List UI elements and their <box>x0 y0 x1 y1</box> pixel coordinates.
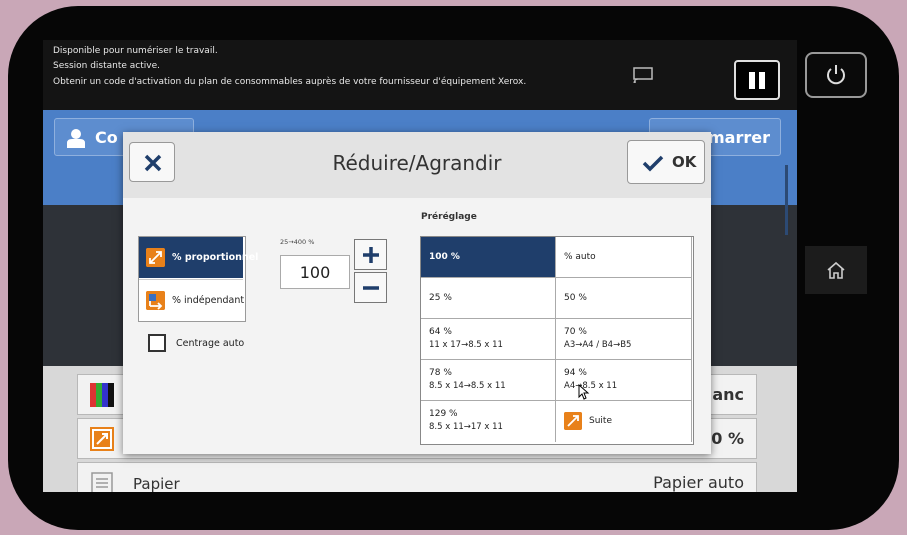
preset-label: 25 % <box>429 293 452 303</box>
scroll-indicator <box>785 165 788 235</box>
home-icon <box>827 261 845 279</box>
decrease-button[interactable] <box>354 272 387 303</box>
preset-25[interactable]: 25 % <box>421 278 556 319</box>
connexion-label: Co <box>95 128 118 147</box>
preset-129[interactable]: 129 % 8.5 x 11→17 x 11 <box>421 401 556 442</box>
preset-78[interactable]: 78 % 8.5 x 14→8.5 x 11 <box>421 360 556 401</box>
preset-label: 100 % <box>429 252 460 262</box>
scale-mode-group: % proportionnel % indépendant <box>138 236 258 322</box>
independent-label: % indépendant <box>172 295 245 306</box>
preset-label: 94 % <box>564 368 587 378</box>
color-mode-icon <box>90 383 114 407</box>
device-sidebar <box>805 40 867 492</box>
preset-title: Préréglage <box>421 212 477 222</box>
independent-resize-icon <box>146 291 165 310</box>
preset-70[interactable]: 70 % A3→A4 / B4→B5 <box>556 319 692 360</box>
preset-sublabel: A4→8.5 x 11 <box>564 381 618 391</box>
preset-64[interactable]: 64 % 11 x 17→8.5 x 11 <box>421 319 556 360</box>
list-item-value: 0 % <box>711 429 744 448</box>
status-message-3: Obtenir un code d'activation du plan de … <box>53 77 527 87</box>
preset-label: Suite <box>589 416 612 426</box>
power-icon <box>827 65 845 85</box>
preset-auto[interactable]: % auto <box>556 237 692 278</box>
preset-grid: 100 % % auto 25 % 50 % 64 % 11 x 17→8.5 x… <box>420 236 694 445</box>
start-label: marrer <box>708 128 770 147</box>
ok-label: OK <box>672 153 697 171</box>
home-button[interactable] <box>805 246 867 294</box>
list-item-label: Papier <box>133 475 180 492</box>
status-message-2: Session distante active. <box>53 61 160 71</box>
preset-94[interactable]: 94 % A4→8.5 x 11 <box>556 360 692 401</box>
list-item-value: lanc <box>706 385 744 404</box>
preset-more-button[interactable]: Suite <box>556 401 692 442</box>
preset-label: 64 % <box>429 327 452 337</box>
preset-label: 50 % <box>564 293 587 303</box>
more-presets-icon <box>564 412 582 430</box>
remote-session-icon <box>633 67 653 84</box>
preset-50[interactable]: 50 % <box>556 278 692 319</box>
power-button[interactable] <box>805 52 867 98</box>
auto-center-checkbox[interactable] <box>148 334 166 352</box>
mouse-cursor-icon <box>578 384 590 400</box>
preset-label: % auto <box>564 252 596 262</box>
preset-label: 129 % <box>429 409 458 419</box>
reduce-enlarge-dialog: Réduire/Agrandir OK % proportionnel % in… <box>123 132 711 454</box>
increase-button[interactable] <box>354 239 387 270</box>
proportional-percent-option[interactable]: % proportionnel <box>139 237 258 278</box>
preset-label: 78 % <box>429 368 452 378</box>
range-label: 25→400 % <box>280 238 315 246</box>
check-icon <box>642 155 664 172</box>
status-message-1: Disponible pour numériser le travail. <box>53 46 218 56</box>
dialog-title: Réduire/Agrandir <box>332 151 502 175</box>
proportional-resize-icon <box>146 248 165 267</box>
preset-label: 70 % <box>564 327 587 337</box>
independent-percent-option[interactable]: % indépendant <box>139 279 245 320</box>
percent-value-field[interactable]: 100 <box>280 255 350 289</box>
status-bar: Disponible pour numériser le travail. Se… <box>43 40 797 110</box>
preset-100[interactable]: 100 % <box>421 237 556 278</box>
minus-icon <box>363 286 379 290</box>
preset-sublabel: 8.5 x 14→8.5 x 11 <box>429 381 506 391</box>
dialog-header: Réduire/Agrandir OK <box>123 132 711 199</box>
auto-center-label: Centrage auto <box>176 338 245 349</box>
preset-sublabel: 11 x 17→8.5 x 11 <box>429 340 503 350</box>
plus-icon <box>363 247 379 263</box>
preset-sublabel: 8.5 x 11→17 x 11 <box>429 422 503 432</box>
resize-icon <box>90 427 114 451</box>
preset-sublabel: A3→A4 / B4→B5 <box>564 340 632 350</box>
list-item[interactable]: Papier Papier auto <box>77 462 757 492</box>
pause-button[interactable] <box>734 60 780 100</box>
list-item-value: Papier auto <box>653 473 744 492</box>
user-icon <box>67 129 85 148</box>
proportional-label: % proportionnel <box>172 252 259 263</box>
ok-button[interactable]: OK <box>627 140 705 184</box>
paper-icon <box>91 472 113 492</box>
